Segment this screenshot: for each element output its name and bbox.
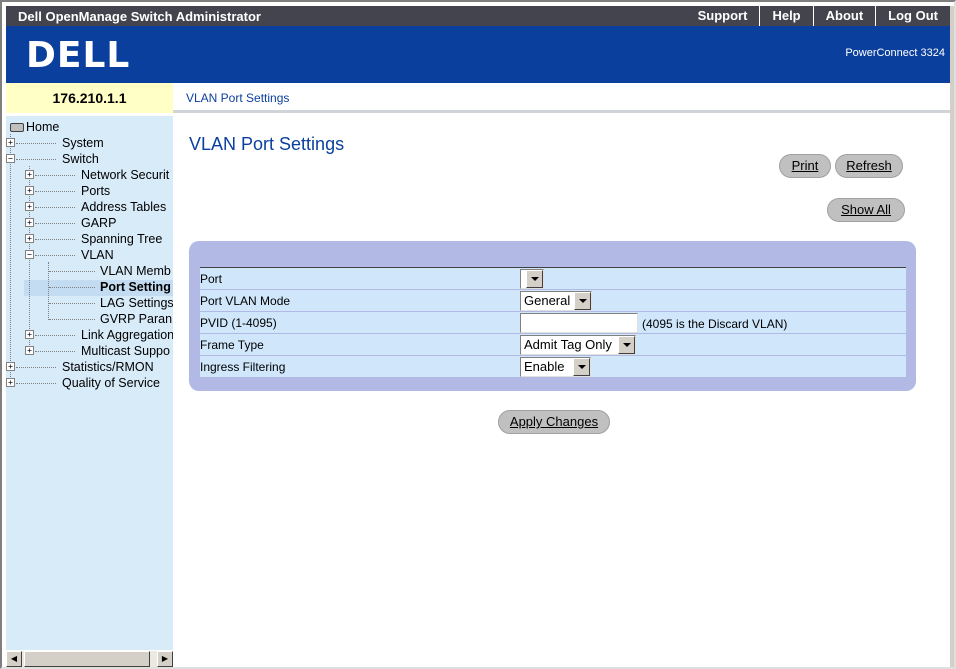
breadcrumb-bar: VLAN Port Settings xyxy=(173,83,950,113)
expand-icon[interactable]: + xyxy=(25,346,34,355)
chevron-down-icon[interactable] xyxy=(573,358,590,376)
tree-connector xyxy=(35,223,75,224)
breadcrumb: VLAN Port Settings xyxy=(186,91,290,105)
tree-connector xyxy=(16,367,56,368)
expand-icon[interactable]: + xyxy=(6,362,15,371)
port-select[interactable] xyxy=(520,269,544,289)
tree-connector xyxy=(35,191,75,192)
tree-item-lag-settings[interactable]: LAG Settings xyxy=(100,295,173,311)
ingress-filtering-select[interactable]: Enable xyxy=(520,357,591,377)
collapse-icon[interactable]: − xyxy=(6,154,15,163)
chevron-down-icon[interactable] xyxy=(526,270,543,288)
tree-connector xyxy=(35,239,75,240)
expand-icon[interactable]: + xyxy=(25,202,34,211)
form-row-pvid: PVID (1-4095) (4095 is the Discard VLAN) xyxy=(200,312,906,334)
refresh-button[interactable]: Refresh xyxy=(835,154,903,178)
computer-icon xyxy=(10,123,24,133)
frame-type-select[interactable]: Admit Tag Only xyxy=(520,335,636,355)
collapse-icon[interactable]: − xyxy=(25,250,34,259)
tree-connector xyxy=(49,303,95,304)
port-label: Port xyxy=(200,272,223,286)
tree-item-vlan-membership[interactable]: VLAN Memb xyxy=(100,263,171,279)
title-bar: Dell OpenManage Switch Administrator Sup… xyxy=(6,6,950,26)
form-row-port-vlan-mode: Port VLAN Mode General xyxy=(200,290,906,312)
tree-item-address-tables[interactable]: Address Tables xyxy=(81,199,166,215)
pvid-label: PVID (1-4095) xyxy=(200,316,277,330)
tree-item-link-aggregation[interactable]: Link Aggregation xyxy=(81,327,173,343)
product-name: PowerConnect 3324 xyxy=(845,47,945,59)
show-all-button[interactable]: Show All xyxy=(827,198,905,222)
print-button[interactable]: Print xyxy=(779,154,831,178)
port-vlan-mode-label: Port VLAN Mode xyxy=(200,294,291,308)
page-title: VLAN Port Settings xyxy=(189,134,345,154)
scroll-left-icon[interactable]: ◀ xyxy=(6,651,22,667)
pvid-input[interactable] xyxy=(520,313,638,333)
expand-icon[interactable]: + xyxy=(25,234,34,243)
expand-icon[interactable]: + xyxy=(25,186,34,195)
frame-type-label: Frame Type xyxy=(200,338,264,352)
main-content: VLAN Port Settings Print Refresh Show Al… xyxy=(173,116,950,667)
tree-item-port-settings[interactable]: Port Setting xyxy=(100,279,171,295)
tree-item-ports[interactable]: Ports xyxy=(81,183,110,199)
tree-connector xyxy=(35,207,75,208)
tree-connector xyxy=(35,351,75,352)
dell-logo: DELL xyxy=(26,34,138,76)
dell-logo-mark: DELL xyxy=(26,35,130,76)
chevron-down-icon[interactable] xyxy=(574,292,591,310)
expand-icon[interactable]: + xyxy=(25,330,34,339)
tree-connector xyxy=(35,255,75,256)
tree-item-garp[interactable]: GARP xyxy=(81,215,116,231)
tree-connector xyxy=(35,175,75,176)
form-row-port: Port xyxy=(200,268,906,290)
settings-form: Port Port VLAN Mode General PVID (1-4095… xyxy=(200,267,906,378)
about-link[interactable]: About xyxy=(812,6,876,26)
expand-icon[interactable]: + xyxy=(25,218,34,227)
tree-connector xyxy=(49,287,95,288)
tree-item-vlan[interactable]: VLAN xyxy=(81,247,114,263)
window-edge xyxy=(950,6,954,667)
top-links: Support Help About Log Out xyxy=(686,6,950,26)
form-row-frame-type: Frame Type Admit Tag Only xyxy=(200,334,906,356)
tree-connector xyxy=(35,335,75,336)
tree-item-home[interactable]: Home xyxy=(10,119,59,135)
tree-item-switch[interactable]: Switch xyxy=(62,151,99,167)
tree-connector xyxy=(16,159,56,160)
tree-connector xyxy=(49,271,95,272)
scroll-thumb[interactable] xyxy=(24,651,150,667)
svg-text:DELL: DELL xyxy=(26,35,130,74)
port-vlan-mode-select[interactable]: General xyxy=(520,291,592,311)
navigation-tree[interactable]: Home + System − Switch + Network Securit… xyxy=(6,116,173,650)
tree-item-statistics-rmon[interactable]: Statistics/RMON xyxy=(62,359,154,375)
tree-item-quality-of-service[interactable]: Quality of Service xyxy=(62,375,160,391)
logout-link[interactable]: Log Out xyxy=(875,6,950,26)
tree-item-system[interactable]: System xyxy=(62,135,104,151)
tree-guide-line xyxy=(10,134,11,387)
expand-icon[interactable]: + xyxy=(25,170,34,179)
help-link[interactable]: Help xyxy=(759,6,812,26)
settings-panel: Port Port VLAN Mode General PVID (1-4095… xyxy=(189,241,916,391)
chevron-down-icon[interactable] xyxy=(618,336,635,354)
tree-item-multicast-support[interactable]: Multicast Suppo xyxy=(81,343,170,359)
scroll-right-icon[interactable]: ▶ xyxy=(157,651,173,667)
expand-icon[interactable]: + xyxy=(6,138,15,147)
pvid-hint: (4095 is the Discard VLAN) xyxy=(642,317,788,331)
tree-connector xyxy=(16,143,56,144)
form-row-ingress-filtering: Ingress Filtering Enable xyxy=(200,356,906,378)
device-ip: 176.210.1.1 xyxy=(6,83,173,113)
tree-item-network-security[interactable]: Network Securit xyxy=(81,167,169,183)
tree-connector xyxy=(49,319,95,320)
expand-icon[interactable]: + xyxy=(6,378,15,387)
apply-changes-button[interactable]: Apply Changes xyxy=(498,410,610,434)
app-title: Dell OpenManage Switch Administrator xyxy=(18,9,261,24)
support-link[interactable]: Support xyxy=(686,6,760,26)
tree-item-spanning-tree[interactable]: Spanning Tree xyxy=(81,231,162,247)
ingress-filtering-label: Ingress Filtering xyxy=(200,360,286,374)
tree-item-gvrp-parameters[interactable]: GVRP Paran xyxy=(100,311,172,327)
tree-connector xyxy=(16,383,56,384)
header-banner: DELL PowerConnect 3324 xyxy=(6,26,950,83)
tree-horizontal-scrollbar[interactable]: ◀ ▶ xyxy=(6,650,173,667)
